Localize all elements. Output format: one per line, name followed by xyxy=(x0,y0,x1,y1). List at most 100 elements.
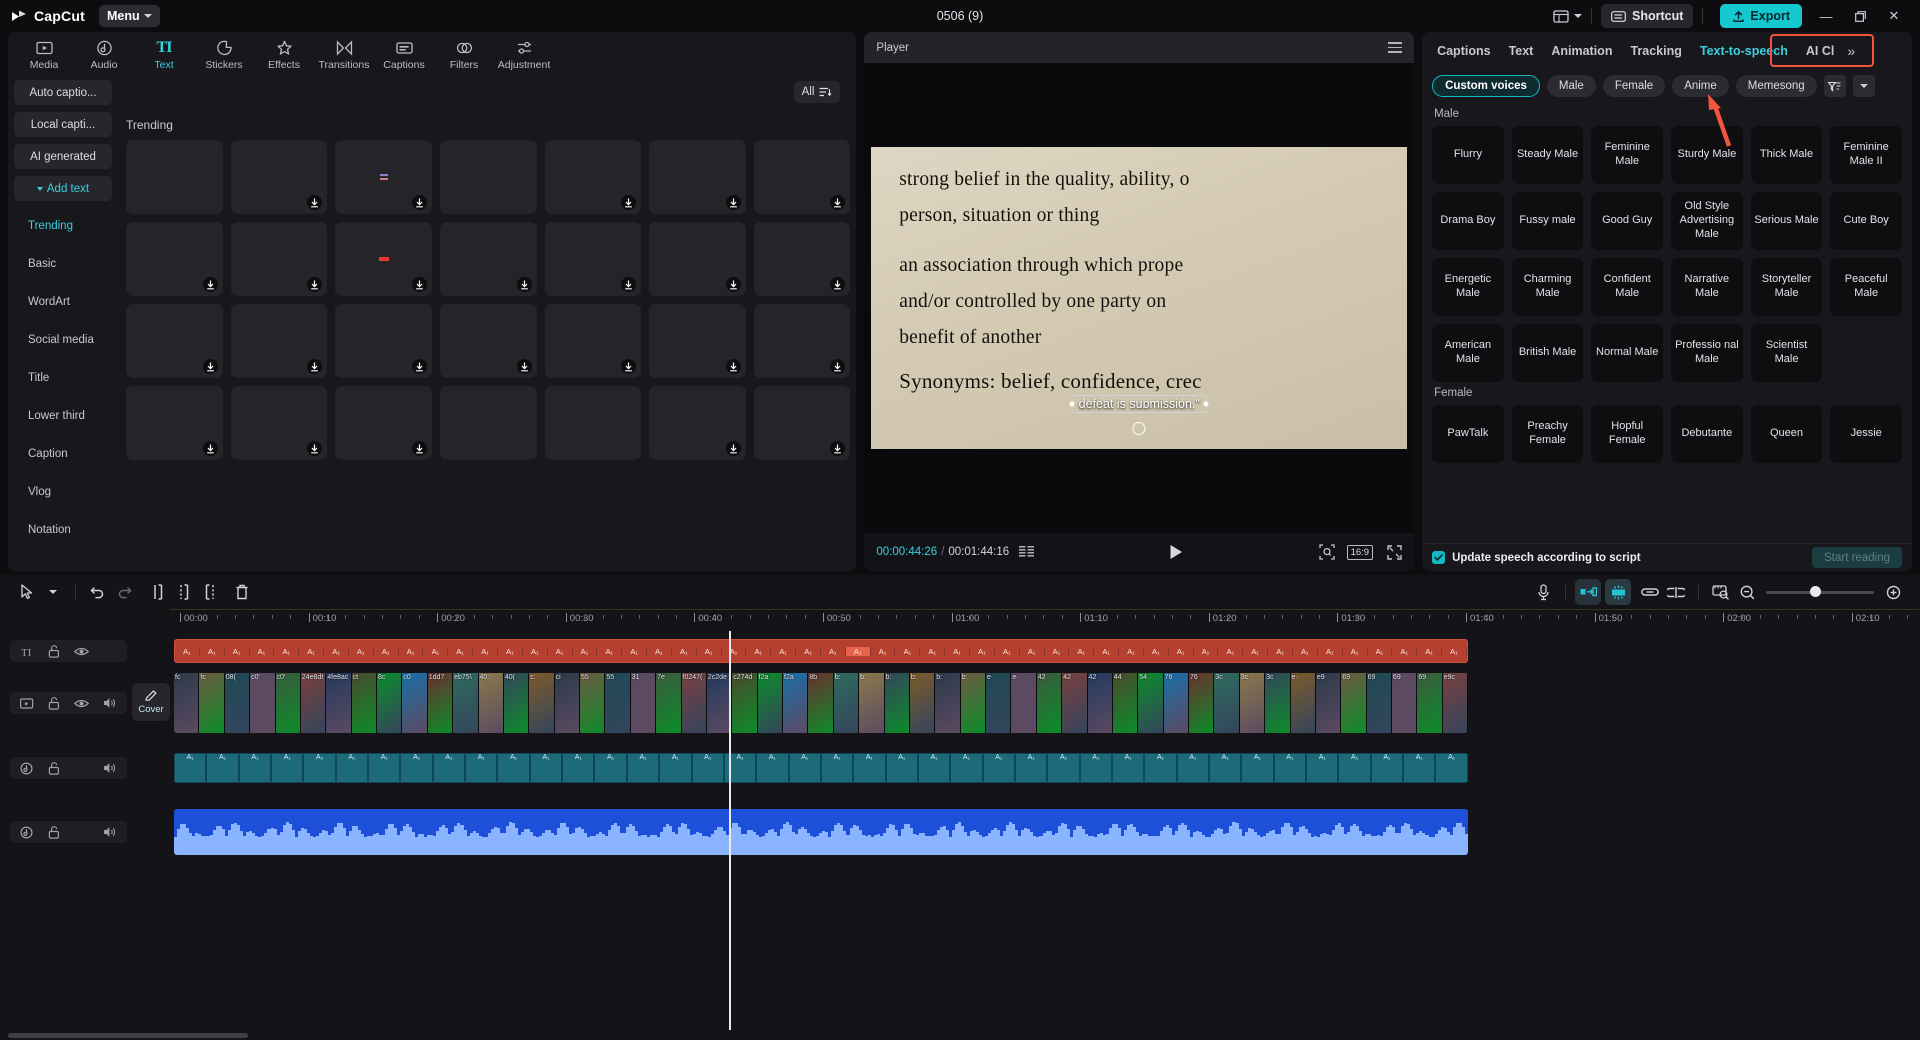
text-clip-segment[interactable]: A₁ xyxy=(200,647,225,656)
text-template-item[interactable] xyxy=(126,140,223,214)
audio-clip-segment[interactable]: A₁ xyxy=(756,753,788,783)
video-thumbnail[interactable]: e· xyxy=(986,673,1011,733)
sidebar-item-basic[interactable]: Basic xyxy=(14,246,112,282)
voice-item[interactable]: Queen xyxy=(1751,405,1823,463)
video-thumbnail[interactable]: c0' xyxy=(250,673,275,733)
audio-clip-segment[interactable]: A₁ xyxy=(1015,753,1047,783)
volume-icon[interactable] xyxy=(103,762,117,774)
text-clip-segment[interactable]: A₁ xyxy=(622,647,647,656)
tab-transitions[interactable]: Transitions xyxy=(314,34,374,71)
maximize-button[interactable] xyxy=(1844,2,1876,30)
voice-item[interactable]: Serious Male xyxy=(1751,192,1823,250)
text-template-item[interactable] xyxy=(335,386,432,460)
video-thumbnail[interactable]: 69 xyxy=(1367,673,1392,733)
download-icon[interactable] xyxy=(830,359,845,374)
voice-item[interactable]: Hopful Female xyxy=(1591,405,1663,463)
audio-clip-segment[interactable]: A₁ xyxy=(789,753,821,783)
text-clip-segment[interactable]: A₁ xyxy=(423,647,448,656)
voice-item[interactable]: PawTalk xyxy=(1432,405,1504,463)
video-thumbnail[interactable]: f0247( xyxy=(682,673,707,733)
timeline-ruler[interactable]: 00:0000:1000:2000:3000:4000:5001:0001:10… xyxy=(0,609,1920,631)
video-thumbnail[interactable]: 44 xyxy=(1113,673,1138,733)
text-clip-segment[interactable]: A₁ xyxy=(1094,647,1119,656)
download-icon[interactable] xyxy=(517,277,532,292)
text-template-item[interactable] xyxy=(545,140,642,214)
download-icon[interactable] xyxy=(621,277,636,292)
text-clip-segment[interactable]: A₁ xyxy=(1144,647,1169,656)
video-thumbnail[interactable]: 40( xyxy=(504,673,529,733)
audio-clip-segment[interactable]: A₁ xyxy=(950,753,982,783)
menu-button[interactable]: Menu xyxy=(99,5,160,27)
audio-clip-segment[interactable]: A₁ xyxy=(1080,753,1112,783)
ruler-ticks[interactable]: 00:0000:1000:2000:3000:4000:5001:0001:10… xyxy=(170,609,1920,631)
text-template-item[interactable] xyxy=(126,304,223,378)
timeline-hscroll-thumb[interactable] xyxy=(8,1033,248,1038)
text-clip-segment[interactable]: A₁ xyxy=(1343,647,1368,656)
lock-icon[interactable] xyxy=(48,645,60,658)
list-icon[interactable] xyxy=(1019,546,1035,558)
sidebar-item-title[interactable]: Title xyxy=(14,360,112,396)
minimize-button[interactable]: — xyxy=(1810,2,1842,30)
voice-item[interactable]: Narrative Male xyxy=(1671,258,1743,316)
tab-tracking[interactable]: Tracking xyxy=(1621,38,1690,64)
audio-clip-segment[interactable]: A₁ xyxy=(239,753,271,783)
cover-button[interactable]: Cover xyxy=(132,683,170,721)
download-icon[interactable] xyxy=(412,359,427,374)
voice-filter-female[interactable]: Female xyxy=(1603,75,1665,97)
text-template-item[interactable] xyxy=(231,140,328,214)
voice-item[interactable]: Confident Male xyxy=(1591,258,1663,316)
text-template-item[interactable] xyxy=(440,222,537,296)
audio-clip-segment[interactable]: A₁ xyxy=(400,753,432,783)
video-thumbnail[interactable]: b: xyxy=(834,673,859,733)
text-clip-segment[interactable]: A₁ xyxy=(1069,647,1094,656)
download-icon[interactable] xyxy=(203,277,218,292)
video-thumbnail[interactable]: 24e8dt xyxy=(301,673,326,733)
text-template-item[interactable] xyxy=(440,386,537,460)
video-thumbnail[interactable]: c0 xyxy=(402,673,427,733)
video-preview[interactable]: Synonyms: belief, confidence, crecbenefi… xyxy=(871,147,1407,449)
voice-filter-customvoices[interactable]: Custom voices xyxy=(1432,75,1540,97)
video-thumbnail[interactable]: b: xyxy=(885,673,910,733)
close-button[interactable]: ✕ xyxy=(1878,2,1910,30)
text-clip-segment[interactable]: A₁ xyxy=(274,647,299,656)
volume-icon[interactable] xyxy=(103,697,117,709)
tab-adjustment[interactable]: Adjustment xyxy=(494,34,554,71)
eye-icon[interactable] xyxy=(74,698,89,709)
hamburger-icon[interactable] xyxy=(1388,42,1402,53)
play-button[interactable] xyxy=(1169,544,1184,560)
text-clip-segment[interactable]: A₁ xyxy=(945,647,970,656)
text-clip-segment[interactable]: A₁ xyxy=(473,647,498,656)
text-template-item[interactable] xyxy=(335,140,432,214)
voice-item[interactable]: Preachy Female xyxy=(1512,405,1584,463)
text-clip-segment[interactable]: A₁ xyxy=(1194,647,1219,656)
voice-list[interactable]: MaleFlurrySteady MaleFeminine MaleSturdy… xyxy=(1422,103,1912,543)
text-template-item[interactable] xyxy=(440,304,537,378)
nav-chip-autocaptio[interactable]: Auto captio... xyxy=(14,80,112,105)
text-clip-segment[interactable]: A₁ xyxy=(374,647,399,656)
download-icon[interactable] xyxy=(412,441,427,456)
split-button[interactable] xyxy=(145,579,171,605)
aspect-ratio-button[interactable]: 16:9 xyxy=(1347,545,1374,560)
text-clip-segment[interactable]: A₁ xyxy=(1293,647,1318,656)
audio-clip-segment[interactable]: A₁ xyxy=(562,753,594,783)
tool-dropdown[interactable] xyxy=(40,579,66,605)
voice-filter-anime[interactable]: Anime xyxy=(1672,75,1729,97)
nav-chip-addtext[interactable]: Add text xyxy=(14,176,112,201)
tab-effects[interactable]: Effects xyxy=(254,34,314,71)
video-thumbnail[interactable]: fc xyxy=(199,673,224,733)
download-icon[interactable] xyxy=(726,441,741,456)
voice-item[interactable]: Drama Boy xyxy=(1432,192,1504,250)
text-clip-segment[interactable]: A₁ xyxy=(1318,647,1343,656)
playhead[interactable] xyxy=(729,631,731,1030)
lock-icon[interactable] xyxy=(48,762,60,775)
tab-aicl[interactable]: AI Cl xyxy=(1797,38,1843,64)
crop-icon[interactable] xyxy=(1319,544,1335,560)
download-icon[interactable] xyxy=(307,359,322,374)
text-clip-segment[interactable]: A₁ xyxy=(970,647,995,656)
auto-fit-button[interactable] xyxy=(1605,579,1631,605)
download-icon[interactable] xyxy=(203,359,218,374)
text-clip-segment[interactable]: A₁ xyxy=(746,647,771,656)
audio-clip-segment[interactable]: A₁ xyxy=(433,753,465,783)
text-template-item[interactable] xyxy=(754,304,851,378)
text-clip-segment[interactable]: A₁ xyxy=(349,647,374,656)
